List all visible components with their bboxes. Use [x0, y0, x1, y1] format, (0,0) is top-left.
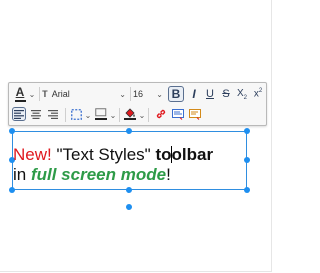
- align-left-button[interactable]: [12, 107, 26, 121]
- bold-icon: B: [171, 87, 181, 101]
- text-run-quote: "Text Styles": [51, 145, 156, 164]
- toolbar-separator: [148, 108, 149, 122]
- paint-bucket-icon: [124, 108, 136, 120]
- text-run-toolbar-b: olbar: [171, 145, 214, 164]
- font-family-value: Arial: [51, 89, 70, 99]
- font-size-value: 16: [133, 89, 144, 99]
- align-left-icon: [14, 109, 24, 119]
- text-run-exclaim: !: [166, 165, 171, 184]
- text-run-in: in: [13, 165, 31, 184]
- align-right-button[interactable]: [46, 107, 60, 121]
- resize-handle-bottom-right[interactable]: [244, 187, 250, 193]
- text-color-icon: A: [15, 85, 25, 99]
- textbox-icon: [172, 108, 184, 120]
- resize-handle-middle-right[interactable]: [244, 157, 250, 163]
- toolbar-separator: [130, 87, 131, 101]
- border-color-button[interactable]: [94, 107, 108, 121]
- font-family-icon: 𝐓: [42, 88, 48, 99]
- text-frame-content[interactable]: New! "Text Styles" toolbar in full scree…: [13, 145, 243, 185]
- canvas-page: A ⌄ 𝐓 Arial ⌄ 16 ⌄ B I U S X2 x2 ⌄ ⌄ ⌄ N…: [0, 0, 273, 273]
- text-color-dropdown[interactable]: ⌄: [28, 84, 36, 104]
- resize-handle-bottom-center[interactable]: [126, 187, 132, 193]
- resize-handle-bottom-left[interactable]: [9, 187, 15, 193]
- underline-button[interactable]: U: [203, 86, 217, 102]
- resize-handle-top-center[interactable]: [126, 128, 132, 134]
- italic-icon: I: [192, 87, 196, 101]
- text-run-toolbar-a: to: [155, 145, 172, 164]
- insert-field-button[interactable]: [188, 107, 202, 121]
- text-color-button[interactable]: A: [13, 84, 27, 104]
- subscript-button[interactable]: X2: [235, 86, 249, 102]
- border-color-icon: [95, 108, 107, 120]
- text-run-new: New!: [13, 145, 52, 164]
- toolbar-separator: [65, 108, 66, 122]
- align-center-button[interactable]: [29, 107, 43, 121]
- align-center-icon: [31, 109, 41, 119]
- align-right-icon: [48, 109, 58, 119]
- toolbar-row-2: ⌄ ⌄ ⌄: [9, 105, 268, 125]
- border-style-dropdown[interactable]: ⌄: [84, 105, 92, 125]
- fill-color-button[interactable]: [123, 107, 137, 121]
- text-color-swatch: [14, 100, 26, 102]
- subscript-icon: X2: [237, 88, 247, 101]
- fill-color-dropdown[interactable]: ⌄: [138, 105, 146, 125]
- underline-icon: U: [206, 88, 214, 100]
- toolbar-separator: [119, 108, 120, 122]
- superscript-icon-2: 2: [258, 88, 263, 95]
- bold-button[interactable]: B: [168, 86, 184, 102]
- font-family-select[interactable]: 𝐓 Arial ⌄: [42, 84, 128, 104]
- resize-handle-bottom-extra[interactable]: [126, 204, 132, 210]
- text-line-1: New! "Text Styles" toolbar: [13, 145, 243, 165]
- subscript-icon-x: X: [236, 87, 244, 99]
- superscript-icon: x2: [254, 88, 262, 99]
- border-color-dropdown[interactable]: ⌄: [109, 105, 117, 125]
- strikethrough-icon: S: [222, 88, 230, 100]
- italic-button[interactable]: I: [187, 86, 201, 102]
- insert-textbox-button[interactable]: [171, 107, 185, 121]
- border-style-button[interactable]: [69, 107, 83, 121]
- insert-link-button[interactable]: [154, 107, 168, 121]
- text-line-2: in full screen mode!: [13, 165, 243, 185]
- toolbar-row-1: A ⌄ 𝐓 Arial ⌄ 16 ⌄ B I U S X2 x2: [9, 84, 268, 104]
- font-size-select[interactable]: 16 ⌄: [133, 84, 165, 104]
- superscript-button[interactable]: x2: [251, 86, 265, 102]
- chevron-down-icon: ⌄: [119, 89, 126, 99]
- strikethrough-button[interactable]: S: [219, 86, 233, 102]
- resize-handle-top-left[interactable]: [9, 128, 15, 134]
- toolbar-separator: [39, 87, 40, 101]
- subscript-icon-2: 2: [243, 94, 247, 101]
- border-dashed-icon: [70, 108, 82, 120]
- chevron-down-icon: ⌄: [156, 89, 163, 99]
- text-styles-toolbar: A ⌄ 𝐓 Arial ⌄ 16 ⌄ B I U S X2 x2 ⌄ ⌄ ⌄: [8, 82, 267, 126]
- link-icon: [156, 109, 166, 119]
- field-icon: [189, 108, 201, 120]
- resize-handle-top-right[interactable]: [244, 128, 250, 134]
- text-run-full-screen-mode: full screen mode: [30, 165, 167, 184]
